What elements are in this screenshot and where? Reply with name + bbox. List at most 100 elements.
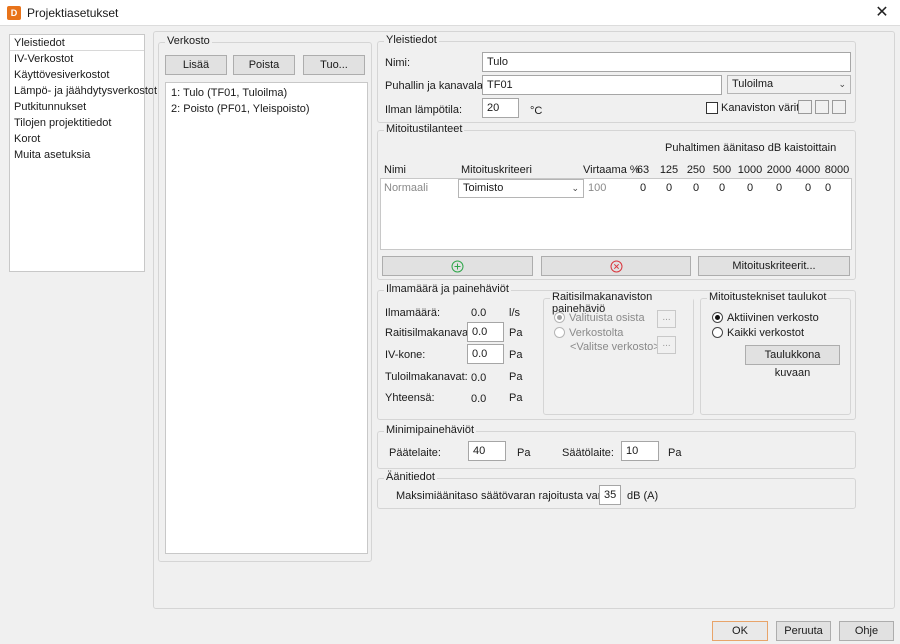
selected-parts-browse-button[interactable]: ... [657, 310, 676, 328]
nav-item-putkitunnukset[interactable]: Putkitunnukset [10, 99, 144, 115]
damper-label: Säätölaite: [562, 447, 614, 459]
remove-network-button[interactable]: Poista [233, 55, 295, 75]
ok-button[interactable]: OK [712, 621, 768, 641]
active-network-radio[interactable] [712, 312, 723, 323]
color-swatch[interactable] [832, 100, 846, 114]
nav-item-iv-verkostot[interactable]: IV-Verkostot [10, 51, 144, 67]
band-value[interactable]: 0 [683, 182, 709, 194]
from-network-radio[interactable] [554, 327, 565, 338]
criteria-value: Toimisto [463, 182, 504, 194]
supply-duct-value: 0.0 [471, 372, 487, 384]
nav-item-tilojen-projektitiedot[interactable]: Tilojen projektitiedot [10, 115, 144, 131]
band-header: 4000 [795, 164, 821, 176]
band-header: 8000 [824, 164, 850, 176]
cancel-button[interactable]: Peruuta [776, 621, 831, 641]
min-pressure-group: Minimipainehäviöt [377, 424, 856, 469]
selected-parts-label: Valituista osista [569, 312, 645, 324]
name-field[interactable]: Tulo [482, 52, 851, 72]
max-sound-field[interactable]: 35 [599, 485, 621, 505]
import-network-button[interactable]: Tuo... [303, 55, 365, 75]
title-bar: D Projektiasetukset ✕ [0, 0, 900, 26]
temp-field[interactable]: 20 [482, 98, 519, 118]
chevron-down-icon: ⌄ [571, 183, 579, 193]
supply-duct-label: Tuloilmakanavat: [385, 371, 468, 383]
max-sound-label: Maksimiäänitaso säätövaran rajoitusta va… [396, 490, 620, 502]
terminal-unit: Pa [517, 447, 531, 459]
damper-unit: Pa [668, 447, 682, 459]
remove-sizing-button[interactable] [541, 256, 691, 276]
col-criteria-header: Mitoituskriteeri [461, 164, 532, 176]
fresh-air-label: Raitisilmakanavat: [385, 327, 475, 339]
airflow-label: Ilmamäärä: [385, 307, 441, 319]
add-sizing-button[interactable] [382, 256, 533, 276]
col-name-header: Nimi [384, 164, 406, 176]
sizing-criteria-button[interactable]: Mitoituskriteerit... [698, 256, 850, 276]
criteria-select[interactable]: Toimisto ⌄ [458, 179, 584, 198]
active-network-label: Aktiivinen verkosto [727, 312, 819, 324]
airflow-value: 0.0 [471, 307, 487, 319]
nav-item-yleistiedot[interactable]: Yleistiedot [10, 35, 144, 51]
airflow-title: Ilmamäärä ja painehäviöt [384, 283, 511, 295]
row-flow[interactable]: 100 [588, 182, 606, 194]
mitoitus-title: Mitoitustilanteet [384, 123, 465, 135]
fan-label: Puhallin ja kanavalaji: [385, 80, 491, 92]
damper-field[interactable]: 10 [621, 441, 659, 461]
fan-noise-header: Puhaltimen äänitaso dB kaistoittain [665, 142, 837, 154]
name-label: Nimi: [385, 57, 411, 69]
remove-circle-icon [610, 260, 622, 273]
band-value[interactable]: 0 [630, 182, 656, 194]
color-swatch[interactable] [815, 100, 829, 114]
duct-type-select[interactable]: Tuloilma ⌄ [727, 75, 851, 94]
terminal-label: Päätelaite: [389, 447, 441, 459]
ahu-field[interactable]: 0.0 [467, 344, 504, 364]
window-title: Projektiasetukset [27, 6, 119, 20]
network-list[interactable]: 1: Tulo (TF01, Tuloilma) 2: Poisto (PF01… [165, 82, 368, 554]
band-value[interactable]: 0 [815, 182, 841, 194]
yleistiedot-title: Yleistiedot [384, 34, 439, 46]
list-item[interactable]: 1: Tulo (TF01, Tuloilma) [166, 85, 367, 101]
duct-colors-label: Kanaviston värit [721, 102, 800, 114]
chevron-down-icon: ⌄ [838, 79, 846, 89]
fresh-air-unit: Pa [509, 327, 523, 339]
terminal-field[interactable]: 40 [468, 441, 506, 461]
list-item[interactable]: 2: Poisto (PF01, Yleispoisto) [166, 101, 367, 117]
add-network-button[interactable]: Lisää [165, 55, 227, 75]
band-header: 500 [712, 164, 732, 176]
fresh-air-field[interactable]: 0.0 [467, 322, 504, 342]
nav-item-kayttovesiverkostot[interactable]: Käyttövesiverkostot [10, 67, 144, 83]
color-swatch[interactable] [798, 100, 812, 114]
app-icon: D [7, 6, 21, 20]
temp-label: Ilman lämpötila: [385, 104, 463, 116]
band-value[interactable]: 0 [709, 182, 735, 194]
max-sound-unit: dB (A) [627, 490, 659, 502]
close-icon[interactable]: ✕ [872, 3, 892, 23]
nav-item-muita-asetuksia[interactable]: Muita asetuksia [10, 147, 144, 163]
ahu-unit: Pa [509, 349, 523, 361]
tables-title: Mitoitustekniset taulukot [707, 291, 829, 303]
total-unit: Pa [509, 392, 523, 404]
nav-item-korot[interactable]: Korot [10, 131, 144, 147]
verkosto-title: Verkosto [165, 35, 212, 47]
all-networks-radio[interactable] [712, 327, 723, 338]
network-placeholder: <Valitse verkosto> [570, 341, 660, 353]
table-to-drawing-button[interactable]: Taulukkona kuvaan [745, 345, 840, 379]
nav-item-lampo-jaahdytysverkostot[interactable]: Lämpö- ja jäähdytysverkostot [10, 83, 157, 99]
band-value[interactable]: 0 [656, 182, 682, 194]
band-header: 125 [659, 164, 679, 176]
network-browse-button[interactable]: ... [657, 336, 676, 354]
plus-circle-icon [451, 260, 464, 273]
settings-nav: Yleistiedot IV-Verkostot Käyttövesiverko… [9, 34, 157, 272]
fan-field[interactable]: TF01 [482, 75, 722, 95]
airflow-unit: l/s [509, 307, 520, 319]
band-header: 2000 [766, 164, 792, 176]
band-header: 63 [636, 164, 650, 176]
band-value[interactable]: 0 [766, 182, 792, 194]
selected-parts-radio[interactable] [554, 312, 565, 323]
supply-duct-unit: Pa [509, 371, 523, 383]
from-network-label: Verkostolta [569, 327, 624, 339]
temp-unit: °C [530, 105, 543, 117]
duct-colors-checkbox[interactable] [706, 102, 718, 114]
band-value[interactable]: 0 [737, 182, 763, 194]
help-button[interactable]: Ohje [839, 621, 894, 641]
min-pressure-title: Minimipainehäviöt [384, 424, 477, 436]
